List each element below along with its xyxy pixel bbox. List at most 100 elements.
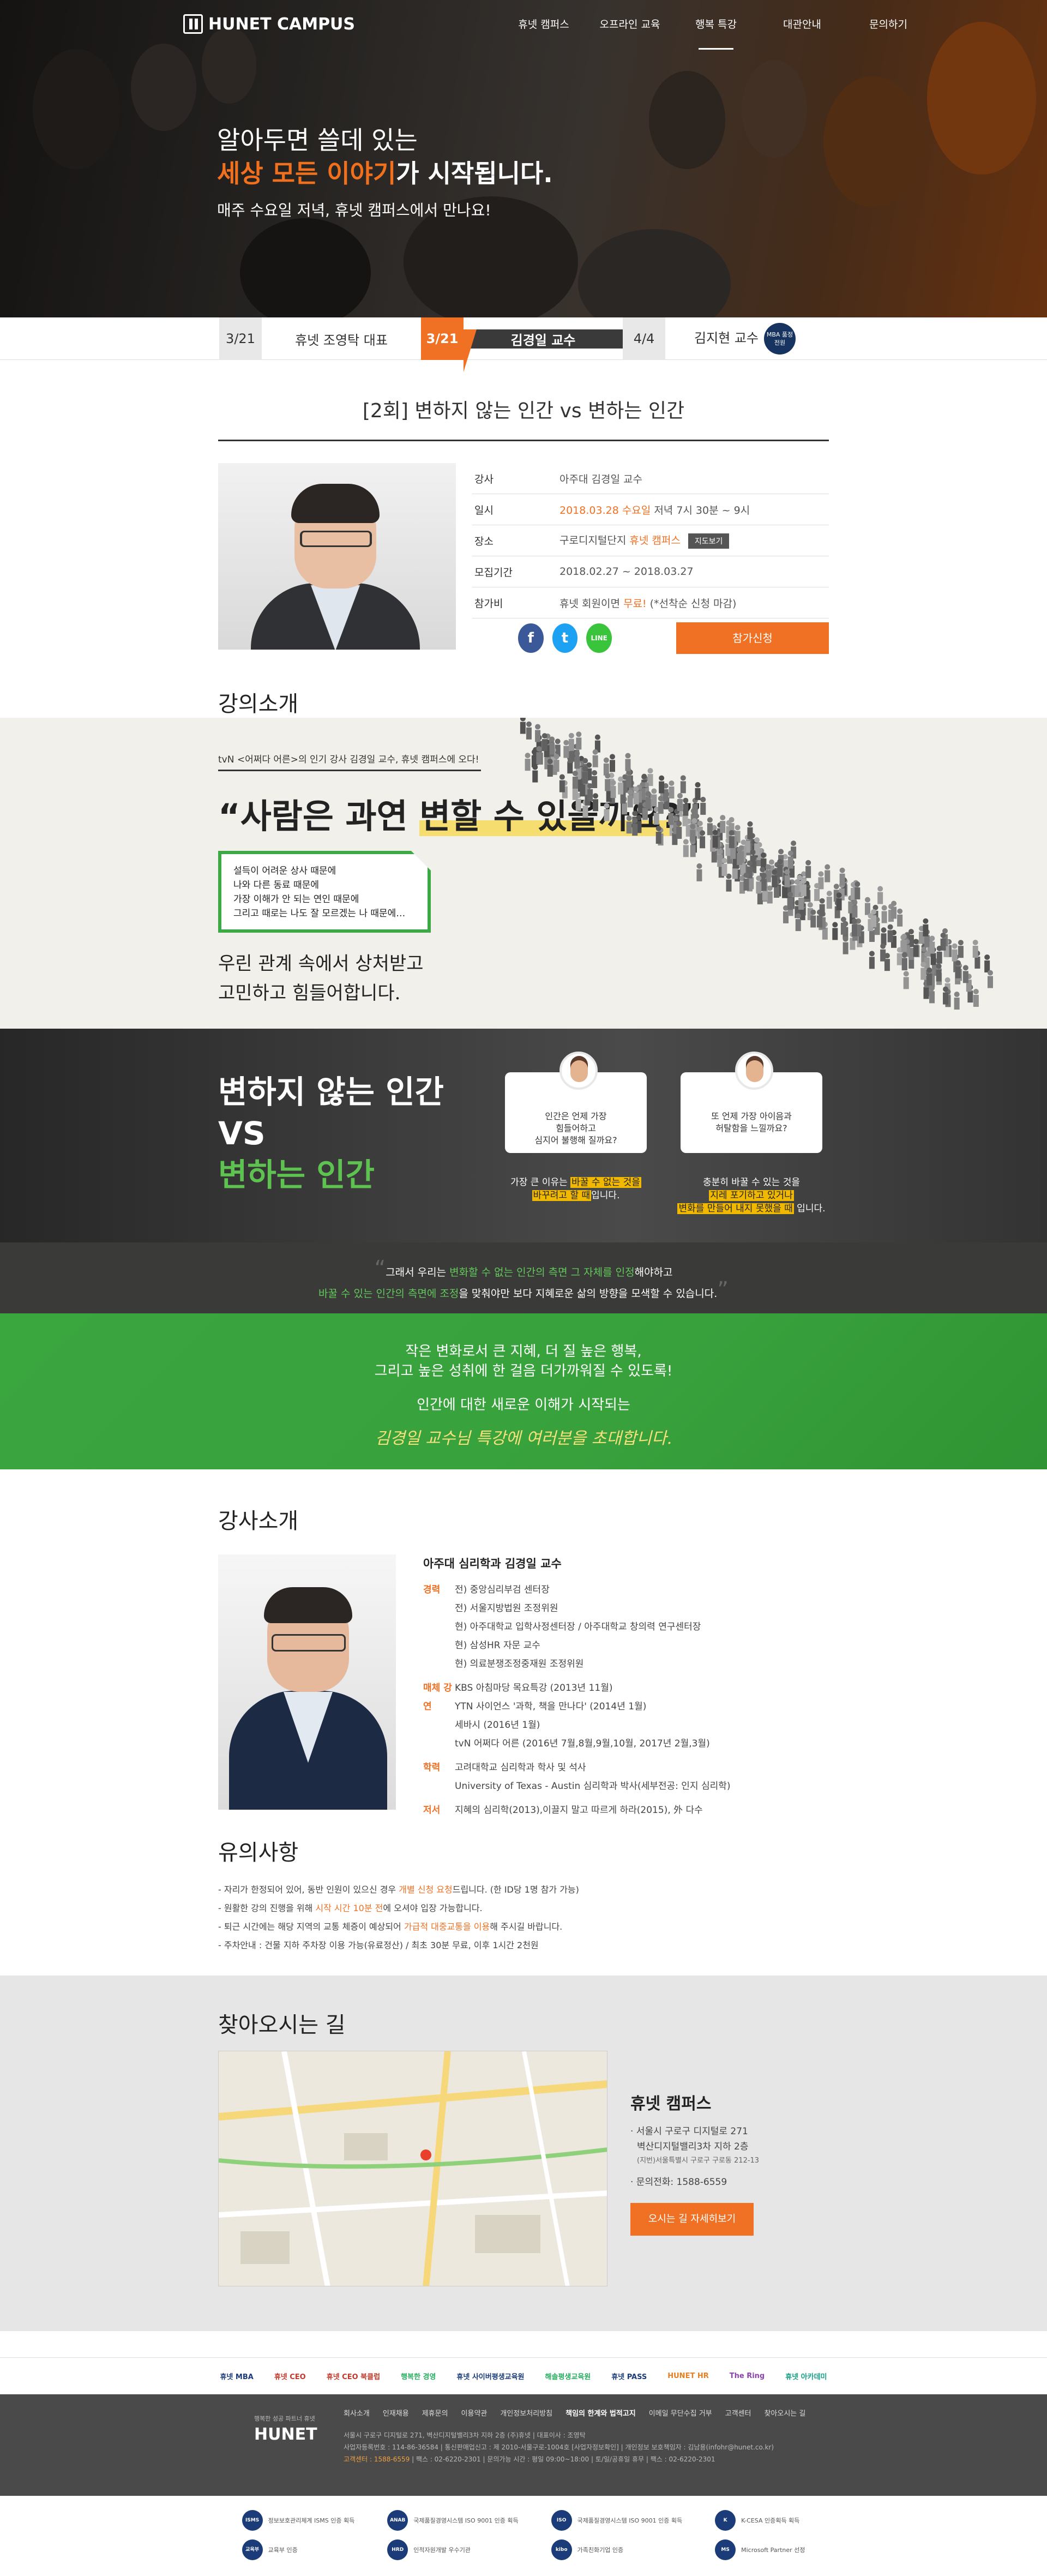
info-row-place: 장소 구로디지털단지 휴넷 캠퍼스 지도보기 [472, 525, 829, 556]
speaker-section-title: 강사소개 [218, 1509, 299, 1534]
footer-company-info: 서울시 구로구 디지털로 271, 벽산디지털밸리3차 지하 2층 (주)휴넷 … [344, 2429, 834, 2465]
profile-key: 매체 강연 [423, 1683, 452, 1712]
invitation-band: 작은 변화로서 큰 지혜, 더 질 높은 행복, 그리고 높은 성취에 한 걸음… [0, 1313, 1047, 1469]
logo-text: HUNET CAMPUS [208, 14, 356, 34]
caption-text: 입니다. [793, 1203, 826, 1214]
footer-link[interactable]: 인재채용 [383, 2407, 409, 2418]
quote-band: “그래서 우리는 변화할 수 없는 인간의 측면 그 자체를 인정해야하고 바꿀… [0, 1242, 1047, 1313]
kibo-logo-icon: kibo [551, 2539, 572, 2560]
vs-title-line-1: 변하지 않는 인간 [218, 1073, 444, 1110]
quote-text: 그래서 우리는 [386, 1266, 450, 1278]
nav-item-happy-lecture[interactable]: 행복 특강 [673, 16, 759, 50]
info-key: 일시 [474, 504, 494, 517]
nav-item-campus[interactable]: 휴넷 캠퍼스 [501, 16, 587, 31]
info-key: 모집기간 [474, 566, 513, 579]
schedule-tab-2[interactable]: 3/21 김경일 교수 [421, 317, 623, 372]
footer-link[interactable]: 책임의 한계와 법적고지 [565, 2407, 636, 2418]
footer-text: 사업자등록번호 : 114-86-36584 | 통신판매업신고 : 제 201… [344, 2443, 774, 2451]
footer-link[interactable]: 제휴문의 [422, 2407, 448, 2418]
lecturer-photo [218, 463, 456, 650]
address-line-1: · 서울시 구로구 디지털로 271 [630, 2126, 748, 2137]
footer-link[interactable]: 회사소개 [344, 2407, 370, 2418]
info-key: 참가비 [474, 597, 503, 610]
caption-text: 충분히 바꿀 수 있는 것을 [702, 1177, 800, 1188]
caption-text: 가장 큰 이유는 [510, 1177, 571, 1188]
intro-bottom-text: 우린 관계 속에서 상처받고 고민하고 힘들어합니다. [218, 949, 424, 1008]
answer-caption-2: 충분히 바꿀 수 있는 것을 지레 포기하고 있거나 변화를 만들어 내지 못했… [675, 1176, 828, 1215]
footer-link[interactable]: 찾아오시는 길 [764, 2407, 805, 2418]
partner-link[interactable]: The Ring [725, 2370, 769, 2382]
twitter-share-icon[interactable]: t [552, 623, 578, 653]
close-quote-icon: ” [717, 1277, 729, 1302]
view-map-button[interactable]: 지도보기 [688, 533, 730, 549]
footer-link[interactable]: 개인정보처리방침 [500, 2407, 552, 2418]
profile-key: 저서 [423, 1805, 441, 1816]
caption-highlight: 지레 포기하고 있거나 [709, 1190, 794, 1201]
notice-item: - 주차안내 : 건물 지하 주차장 이용 가능(유료정산) / 최초 30분 … [218, 1940, 539, 1950]
partner-link[interactable]: HUNET HR [663, 2370, 713, 2382]
nav-item-rental[interactable]: 대관안내 [759, 16, 845, 31]
facebook-share-icon[interactable]: f [518, 623, 544, 653]
footer-links: 회사소개 인재채용 제휴문의 이용약관 개인정보처리방침 책임의 한계와 법적고… [344, 2407, 805, 2418]
open-quote-icon: “ [374, 1256, 386, 1281]
nav-item-offline[interactable]: 오프라인 교육 [587, 16, 673, 31]
info-key: 강사 [474, 473, 494, 485]
partner-link[interactable]: 휴넷 CEO [270, 2369, 310, 2383]
address-line-3: (지번)서울특별시 구로구 구로동 212-13 [637, 2157, 760, 2165]
directions-section: 찾아오시는 길 휴넷 캠퍼스 · 서울시 구로구 디지털로 271 벽산디지털밸… [0, 1975, 1047, 2331]
info-value: 2018.02.27 ~ 2018.03.27 [559, 566, 694, 578]
apply-button[interactable]: 참가신청 [676, 622, 829, 654]
partner-link[interactable]: 휴넷 CEO 북클럽 [322, 2369, 384, 2383]
phone-line: · 문의전화: 1588-6559 [630, 2177, 727, 2188]
kcesa-badge-icon: K [715, 2510, 736, 2531]
profile-item: 지혜의 심리학(2013),이끌지 말고 따르게 하라(2015), 外 다수 [455, 1805, 703, 1816]
profile-books: 저서 지혜의 심리학(2013),이끌지 말고 따르게 하라(2015), 外 … [423, 1801, 731, 1820]
cert-item: ANAB 국제품질경영시스템 ISO 9001 인증 획득 [387, 2510, 519, 2531]
line-share-icon[interactable]: LINE [586, 623, 612, 653]
vs-section: 변하지 않는 인간 VS 변하는 인간 인간은 언제 가장 힘들어하고 심지어 … [0, 1029, 1047, 1242]
caption-highlight: 변화를 만들어 내지 못했을 때 [677, 1203, 794, 1214]
cert-item: kibo 가족친화기업 인증 [551, 2539, 682, 2560]
address-line-2: 벽산디지털밸리3차 지하 2층 [637, 2141, 749, 2152]
crowd-illustration [520, 718, 993, 1010]
info-key: 장소 [474, 535, 494, 548]
partner-link[interactable]: 해솔평생교육원 [541, 2369, 595, 2383]
bubble-line: 또 언제 가장 아이음과 [711, 1111, 792, 1121]
hrd-badge-icon: HRD [387, 2539, 408, 2560]
directions-detail-button[interactable]: 오시는 길 자세히보기 [630, 2203, 754, 2236]
schedule-speaker: 김경일 교수 [464, 329, 623, 372]
footer-link[interactable]: 이메일 무단수집 거부 [649, 2407, 712, 2418]
partner-link[interactable]: 휴넷 사이버평생교육원 [452, 2369, 528, 2383]
location-map[interactable] [218, 2051, 607, 2286]
hero-line-2: 세상 모든 이야기가 시작됩니다. [217, 156, 553, 191]
hero-line-2-rest: 가 시작됩니다. [396, 159, 553, 188]
bubble-line: 심지어 불행해 질까요? [534, 1135, 617, 1145]
nav-item-contact[interactable]: 문의하기 [845, 16, 931, 31]
hero-highlight: 세상 모든 이야기 [217, 159, 396, 188]
partner-link[interactable]: 휴넷 PASS [607, 2369, 651, 2383]
schedule-tab-1[interactable]: 3/21 휴넷 조영탁 대표 [219, 317, 421, 360]
footer-link[interactable]: 이용약관 [461, 2407, 488, 2418]
info-row-fee: 참가비 휴넷 회원이면 무료! (*선착순 신청 마감) [472, 587, 829, 619]
partner-link[interactable]: 행복한 경영 [396, 2369, 440, 2383]
lecture-intro: tvN <어쩌다 어른>의 인기 강사 김경일 교수, 휴넷 캠퍼스에 오다! … [0, 718, 1047, 1029]
hunet-campus-logo[interactable]: HUNET CAMPUS [183, 14, 355, 34]
vs-title-line-3: 변하는 인간 [218, 1156, 375, 1193]
notice-section: 유의사항 - 자리가 한정되어 있어, 동반 인원이 있으신 경우 개별 신청 … [0, 1835, 1047, 1955]
schedule-tabs: 3/21 휴넷 조영탁 대표 3/21 김경일 교수 4/4 김지현 교수 MBA… [0, 317, 1047, 372]
footer-logo[interactable]: HUNET [254, 2425, 317, 2444]
hero-copy: 알아두면 쓸데 있는 세상 모든 이야기가 시작됩니다. 매주 수요일 저녁, … [217, 124, 553, 220]
question-bubble-2: 또 언제 가장 아이음과 허탈함을 느낄까요? [681, 1052, 822, 1153]
partner-link[interactable]: 휴넷 MBA [215, 2369, 257, 2383]
profile-key: 학력 [423, 1762, 441, 1773]
cert-item: ISO 국제품질경영시스템 ISO 9001 인증 획득 [551, 2510, 682, 2531]
footer-link[interactable]: 고객센터 [725, 2407, 751, 2418]
iso-badge-icon: ANAB [387, 2510, 408, 2531]
partner-link[interactable]: 휴넷 아카데미 [781, 2369, 831, 2383]
speaker-name: 아주대 심리학과 김경일 교수 [423, 1557, 562, 1570]
iso-logo-icon: ISO [551, 2510, 572, 2531]
notice-item: - 자리가 한정되어 있어, 동반 인원이 있으신 경우 개별 신청 요청드립니… [218, 1884, 579, 1895]
directions-section-title: 찾아오시는 길 [218, 2013, 346, 2038]
schedule-tab-3[interactable]: 4/4 김지현 교수 MBA 품정전원 [623, 317, 825, 360]
info-fee-note: (*선착순 신청 마감) [646, 597, 737, 610]
